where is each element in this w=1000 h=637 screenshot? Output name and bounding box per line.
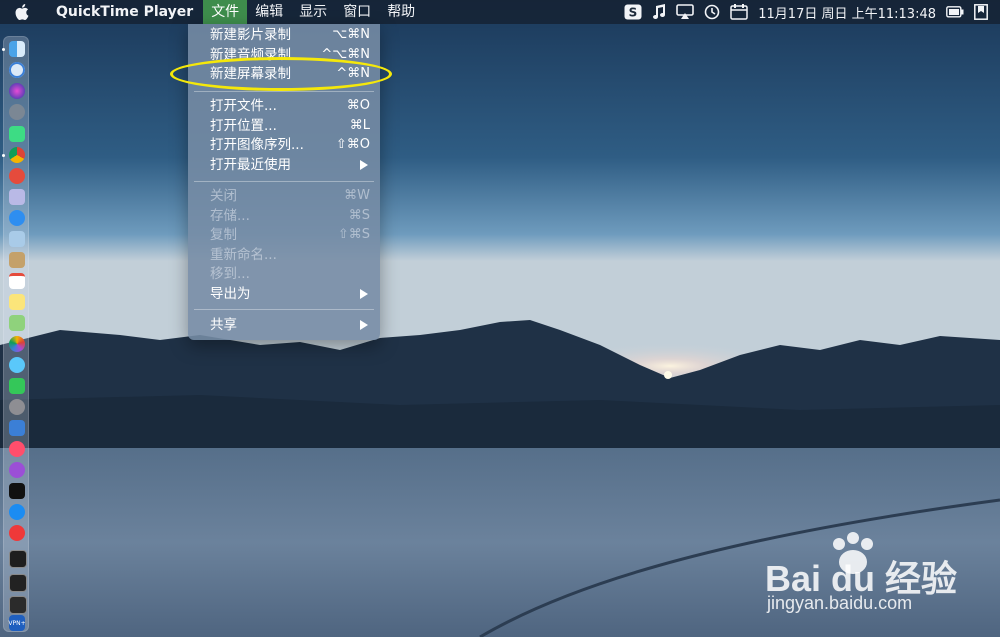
menu-item-shortcut: ⇧⌘O bbox=[335, 137, 370, 152]
menu-item-label: 打开最近使用 bbox=[210, 157, 291, 173]
apple-menu[interactable] bbox=[0, 4, 44, 20]
svg-text:S: S bbox=[629, 6, 638, 20]
menu-item-label: 导出为 bbox=[210, 286, 251, 302]
menu-item-label: 关闭 bbox=[210, 188, 237, 204]
menu-item-move-to[interactable]: 移到... bbox=[188, 264, 380, 284]
dock: VPN+ bbox=[2, 36, 29, 632]
menu-separator bbox=[194, 181, 374, 182]
chrome-icon[interactable] bbox=[9, 147, 25, 163]
safari-icon[interactable] bbox=[9, 210, 25, 226]
menu-item-share[interactable]: 共享 bbox=[188, 315, 380, 335]
vpn-label: VPN+ bbox=[8, 620, 26, 627]
menu-item-label: 共享 bbox=[210, 317, 237, 333]
menu-view[interactable]: 显示 bbox=[291, 0, 335, 24]
music-icon[interactable] bbox=[9, 441, 25, 457]
menu-item-label: 存储... bbox=[210, 208, 250, 224]
submenu-arrow-icon bbox=[360, 289, 368, 299]
vivaldi-icon[interactable] bbox=[9, 525, 25, 541]
menu-item-shortcut: ⇧⌘S bbox=[337, 227, 370, 242]
android-icon[interactable] bbox=[9, 126, 25, 142]
running-indicator bbox=[2, 154, 5, 157]
menu-item-open-image-sequence[interactable]: 打开图像序列... ⇧⌘O bbox=[188, 135, 380, 155]
siri-icon[interactable] bbox=[9, 83, 25, 99]
menu-item-label: 打开文件... bbox=[210, 98, 277, 114]
keynote-icon[interactable] bbox=[9, 420, 25, 436]
menu-item-shortcut: ⌥⌘N bbox=[332, 27, 370, 42]
menu-item-label: 打开图像序列... bbox=[210, 137, 304, 153]
menu-item-close[interactable]: 关闭 ⌘W bbox=[188, 186, 380, 206]
menu-item-shortcut: ⌘O bbox=[346, 98, 370, 113]
activity-monitor-icon[interactable] bbox=[9, 574, 27, 592]
preview-icon[interactable] bbox=[9, 231, 25, 247]
menu-help[interactable]: 帮助 bbox=[379, 0, 423, 24]
time-machine-icon[interactable] bbox=[704, 4, 720, 20]
menu-item-label: 重新命名... bbox=[210, 247, 277, 263]
console-icon[interactable] bbox=[9, 596, 27, 614]
menu-item-shortcut: ⌘S bbox=[348, 208, 370, 223]
menu-item-open-file[interactable]: 打开文件... ⌘O bbox=[188, 96, 380, 116]
menu-window[interactable]: 窗口 bbox=[335, 0, 379, 24]
submenu-arrow-icon bbox=[360, 160, 368, 170]
menu-item-save[interactable]: 存储... ⌘S bbox=[188, 206, 380, 226]
menu-item-duplicate[interactable]: 复制 ⇧⌘S bbox=[188, 225, 380, 245]
calendar-icon[interactable] bbox=[730, 4, 748, 20]
menu-item-label: 打开位置... bbox=[210, 118, 277, 134]
finder-icon[interactable] bbox=[9, 41, 25, 57]
bookmark-app-icon[interactable] bbox=[974, 4, 988, 20]
menu-file[interactable]: 文件 bbox=[203, 0, 248, 24]
menu-item-open-recent[interactable]: 打开最近使用 bbox=[188, 155, 380, 175]
safari-compass-icon[interactable] bbox=[9, 62, 25, 78]
app-store-icon[interactable] bbox=[9, 504, 25, 520]
calendar-17-icon[interactable] bbox=[9, 273, 25, 289]
app-name[interactable]: QuickTime Player bbox=[44, 4, 203, 20]
battery-icon[interactable] bbox=[946, 6, 964, 18]
menu-item-label: 移到... bbox=[210, 266, 250, 282]
apple-icon bbox=[15, 4, 29, 20]
menu-item-label: 新建影片录制 bbox=[210, 27, 291, 43]
launchpad-icon[interactable] bbox=[9, 104, 25, 120]
disk-utility-icon[interactable] bbox=[9, 189, 25, 205]
menu-bar: QuickTime Player 文件 编辑 显示 窗口 帮助 S 11月17日… bbox=[0, 0, 1000, 24]
menu-separator bbox=[194, 91, 374, 92]
apple-tv-icon[interactable] bbox=[9, 483, 25, 499]
highlight-annotation-ellipse bbox=[170, 57, 392, 91]
menu-item-rename[interactable]: 重新命名... bbox=[188, 245, 380, 265]
contacts-icon[interactable] bbox=[9, 252, 25, 268]
menu-item-export-as[interactable]: 导出为 bbox=[188, 284, 380, 304]
photos-icon[interactable] bbox=[9, 336, 25, 352]
menu-item-label: 复制 bbox=[210, 227, 237, 243]
maps-icon[interactable] bbox=[9, 315, 25, 331]
baidu-jingyan-watermark: Bai du 经验 jingyan.baidu.com bbox=[765, 530, 980, 620]
menu-item-open-location[interactable]: 打开位置... ⌘L bbox=[188, 116, 380, 136]
status-area: S 11月17日 周日 上午11:13:48 bbox=[624, 0, 1000, 24]
podcasts-icon[interactable] bbox=[9, 462, 25, 478]
music-note-icon[interactable] bbox=[652, 4, 666, 20]
menu-edit[interactable]: 编辑 bbox=[247, 0, 291, 24]
menu-item-shortcut: ⌘W bbox=[344, 188, 370, 203]
facetime-icon[interactable] bbox=[9, 378, 25, 394]
watermark-url: jingyan.baidu.com bbox=[767, 593, 913, 613]
menu-separator bbox=[194, 309, 374, 310]
menu-item-shortcut: ⌘L bbox=[349, 118, 370, 133]
desktop: QuickTime Player 文件 编辑 显示 窗口 帮助 S 11月17日… bbox=[0, 0, 1000, 637]
menubar-clock[interactable]: 11月17日 周日 上午11:13:48 bbox=[758, 3, 936, 22]
sogou-input-icon[interactable]: S bbox=[624, 4, 642, 20]
system-preferences-icon[interactable] bbox=[9, 399, 25, 415]
submenu-arrow-icon bbox=[360, 320, 368, 330]
messages-icon[interactable] bbox=[9, 357, 25, 373]
menu-item-new-movie-recording[interactable]: 新建影片录制 ⌥⌘N bbox=[188, 25, 380, 45]
calendar-app-icon[interactable] bbox=[9, 168, 25, 184]
terminal-icon[interactable] bbox=[9, 550, 27, 568]
airplay-icon[interactable] bbox=[676, 4, 695, 20]
notes-icon[interactable] bbox=[9, 294, 25, 310]
running-indicator bbox=[2, 48, 5, 51]
